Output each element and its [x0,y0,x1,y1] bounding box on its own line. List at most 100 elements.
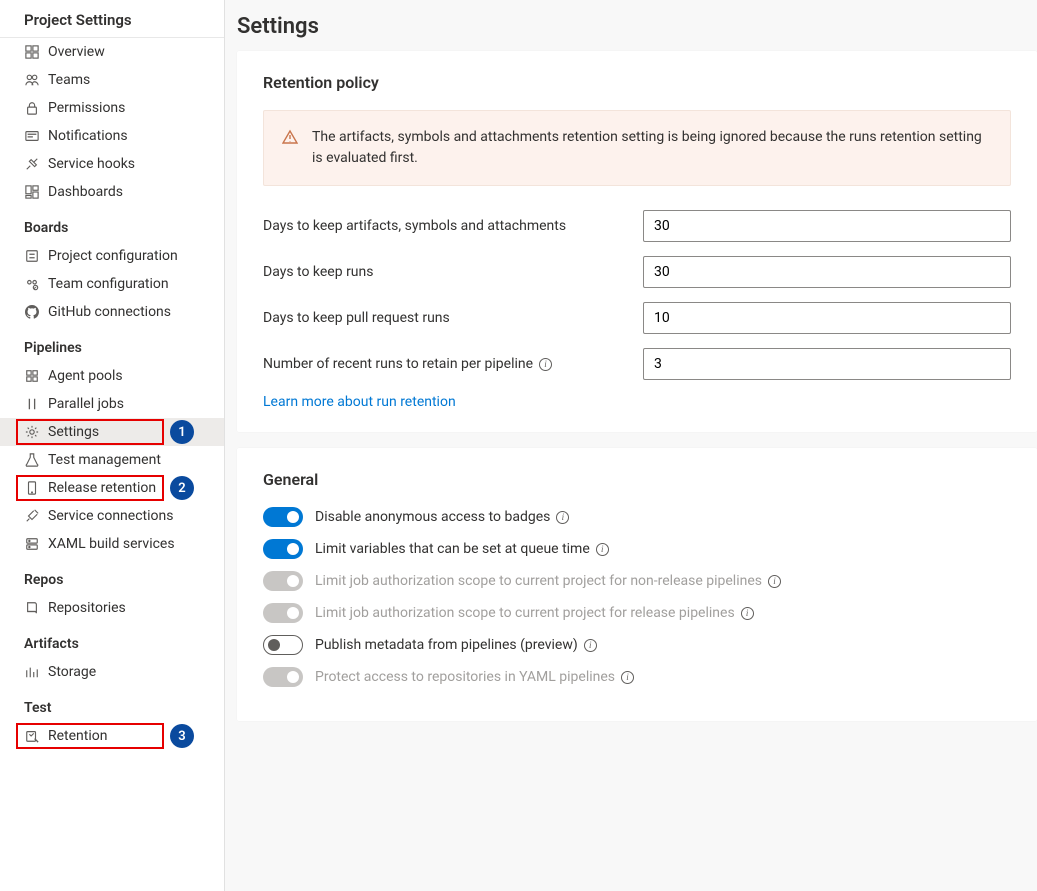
sidebar-item-label: Retention [48,728,108,744]
toggle-label-text: Limit variables that can be set at queue… [315,541,590,557]
toggle-limit-scope-release [263,603,303,623]
info-icon[interactable]: i [621,671,634,684]
runs-input[interactable] [643,256,1011,288]
sidebar-item-label: Repositories [48,600,126,616]
sidebar-item-retention[interactable]: Retention 3 [0,722,224,750]
toggle-label-text: Protect access to repositories in YAML p… [315,669,615,685]
sidebar-item-service-connections[interactable]: Service connections [0,502,224,530]
storage-icon [24,664,40,680]
general-title: General [263,470,1011,489]
warning-icon [282,129,298,145]
info-icon[interactable]: i [596,543,609,556]
sidebar-item-label: Permissions [48,100,125,116]
sidebar-title: Project Settings [0,0,224,38]
sidebar-item-label: Overview [48,44,105,60]
sidebar-item-label: GitHub connections [48,304,171,320]
toggle-label-text: Limit job authorization scope to current… [315,573,762,589]
toggle-label-text: Disable anonymous access to badges [315,509,550,525]
sidebar-item-team-config[interactable]: Team configuration [0,270,224,298]
agent-pools-icon [24,368,40,384]
release-icon [24,480,40,496]
sidebar-item-label: Release retention [48,480,156,496]
main-content: Settings Retention policy The artifacts,… [225,0,1037,891]
sidebar-item-test-management[interactable]: Test management [0,446,224,474]
notifications-icon [24,128,40,144]
info-icon[interactable]: i [741,607,754,620]
info-icon[interactable]: i [539,358,552,371]
section-header-repos: Repos [0,558,224,594]
toggle-publish-meta[interactable] [263,635,303,655]
sidebar-item-release-retention[interactable]: Release retention 2 [0,474,224,502]
artifacts-input[interactable] [643,210,1011,242]
info-icon[interactable]: i [556,511,569,524]
section-header-boards: Boards [0,206,224,242]
toggle-label: Disable anonymous access to badges i [315,509,569,525]
runs-label: Days to keep runs [263,264,623,280]
sidebar-item-label: XAML build services [48,536,175,552]
info-icon[interactable]: i [768,575,781,588]
dashboard-icon [24,184,40,200]
sidebar-item-service-hooks[interactable]: Service hooks [0,150,224,178]
sidebar-item-label: Teams [48,72,90,88]
retention-card: Retention policy The artifacts, symbols … [237,51,1037,432]
sidebar-item-label: Dashboards [48,184,123,200]
toggle-label: Limit variables that can be set at queue… [315,541,609,557]
toggle-limit-vars[interactable] [263,539,303,559]
sidebar-item-settings[interactable]: Settings 1 [0,418,224,446]
sidebar-item-repositories[interactable]: Repositories [0,594,224,622]
sidebar-item-dashboards[interactable]: Dashboards [0,178,224,206]
retention-alert: The artifacts, symbols and attachments r… [263,110,1011,186]
retention-icon [24,728,40,744]
page-title: Settings [237,2,1037,51]
sidebar-item-label: Parallel jobs [48,396,124,412]
pr-runs-input[interactable] [643,302,1011,334]
section-header-test: Test [0,686,224,722]
sidebar-item-agent-pools[interactable]: Agent pools [0,362,224,390]
annotation-badge: 2 [170,476,194,500]
sidebar: Project Settings Overview Teams Permissi… [0,0,225,891]
sidebar-item-label: Settings [48,424,99,440]
repo-icon [24,600,40,616]
sidebar-item-notifications[interactable]: Notifications [0,122,224,150]
annotation-badge: 1 [170,420,194,444]
toggle-label-text: Limit job authorization scope to current… [315,605,735,621]
artifacts-label: Days to keep artifacts, symbols and atta… [263,218,623,234]
toggle-limit-scope-nonrelease [263,571,303,591]
toggle-label: Limit job authorization scope to current… [315,573,781,589]
learn-more-link[interactable]: Learn more about run retention [263,394,1011,410]
sidebar-item-label: Team configuration [48,276,169,292]
recent-runs-input[interactable] [643,348,1011,380]
sidebar-item-xaml[interactable]: XAML build services [0,530,224,558]
hook-icon [24,156,40,172]
plug-icon [24,508,40,524]
toggle-label: Protect access to repositories in YAML p… [315,669,634,685]
retention-title: Retention policy [263,73,1011,92]
overview-icon [24,44,40,60]
toggle-anon-badges[interactable] [263,507,303,527]
toggle-label-text: Publish metadata from pipelines (preview… [315,637,578,653]
sidebar-item-label: Service connections [48,508,173,524]
lock-icon [24,100,40,116]
sidebar-item-label: Test management [48,452,161,468]
github-icon [24,304,40,320]
sidebar-item-teams[interactable]: Teams [0,66,224,94]
info-icon[interactable]: i [584,639,597,652]
parallel-icon [24,396,40,412]
sidebar-item-parallel-jobs[interactable]: Parallel jobs [0,390,224,418]
toggle-label: Limit job authorization scope to current… [315,605,754,621]
config-icon [24,248,40,264]
sidebar-item-storage[interactable]: Storage [0,658,224,686]
annotation-badge: 3 [170,724,194,748]
sidebar-item-permissions[interactable]: Permissions [0,94,224,122]
sidebar-item-project-config[interactable]: Project configuration [0,242,224,270]
sidebar-item-github[interactable]: GitHub connections [0,298,224,326]
section-header-pipelines: Pipelines [0,326,224,362]
general-card: General Disable anonymous access to badg… [237,448,1037,721]
sidebar-item-overview[interactable]: Overview [0,38,224,66]
teams-icon [24,72,40,88]
recent-runs-label-text: Number of recent runs to retain per pipe… [263,356,533,372]
sidebar-item-label: Storage [48,664,96,680]
server-icon [24,536,40,552]
pr-runs-label: Days to keep pull request runs [263,310,623,326]
sidebar-item-label: Agent pools [48,368,123,384]
